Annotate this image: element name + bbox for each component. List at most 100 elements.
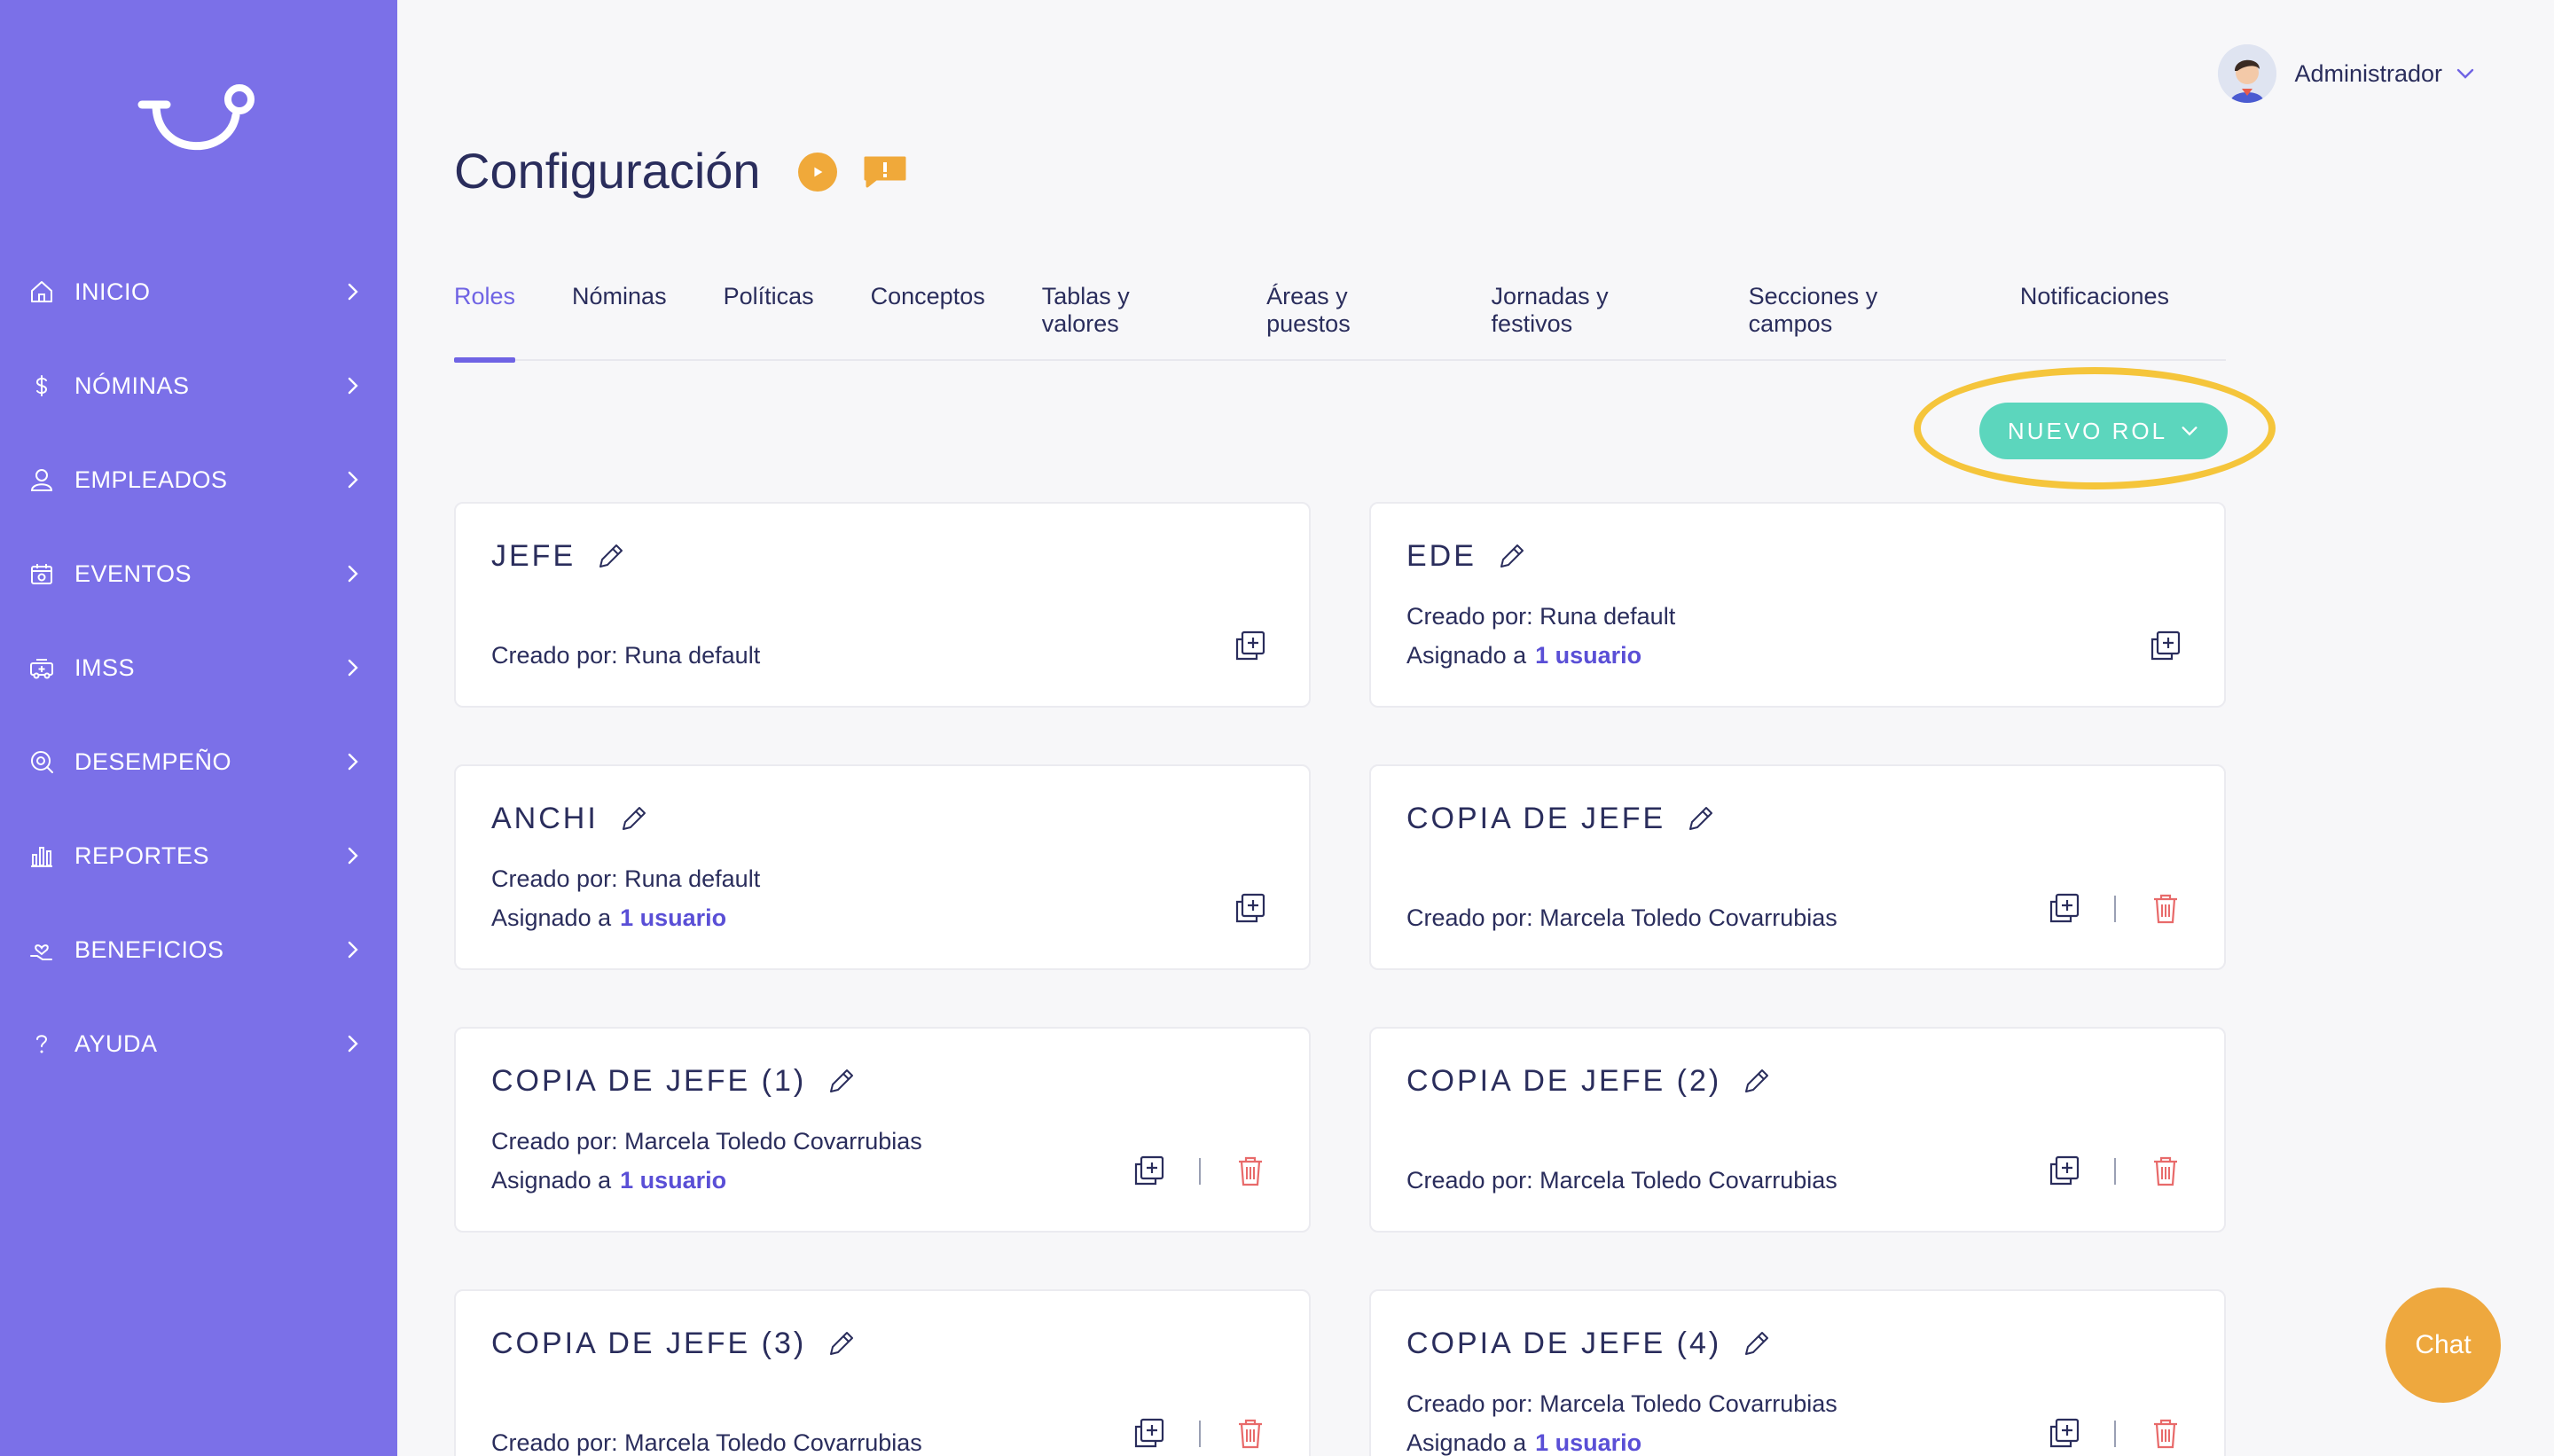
sidebar-item-home[interactable]: INICIO <box>0 245 397 339</box>
chat-button[interactable]: Chat <box>2386 1288 2501 1403</box>
divider <box>1199 1421 1201 1447</box>
role-title: JEFE <box>491 539 576 573</box>
assigned-users-link[interactable]: 1 usuario <box>620 904 726 931</box>
trash-icon[interactable] <box>1236 1417 1265 1449</box>
sidebar-item-ambulance[interactable]: IMSS <box>0 621 397 715</box>
assigned-to: Asignado a 1 usuario <box>491 1167 726 1194</box>
created-by: Creado por: Marcela Toledo Covarrubias <box>491 1429 922 1456</box>
chevron-down-icon <box>2456 68 2474 79</box>
chevron-right-icon <box>348 753 358 771</box>
trash-icon[interactable] <box>1236 1155 1265 1186</box>
tab-0[interactable]: Roles <box>454 279 516 363</box>
tab-5[interactable]: Áreas y puestos <box>1266 279 1434 361</box>
role-title-row: EDE <box>1406 539 1526 574</box>
duplicate-icon[interactable] <box>2049 892 2080 924</box>
runa-logo-icon[interactable] <box>131 78 264 167</box>
sidebar-item-label: BENEFICIOS <box>74 935 224 963</box>
divider <box>2114 1158 2116 1185</box>
pencil-icon[interactable] <box>826 1329 856 1359</box>
pencil-icon[interactable] <box>1685 804 1715 834</box>
role-title-row: COPIA DE JEFE (2) <box>1406 1064 1771 1099</box>
feedback-alert-icon[interactable] <box>862 154 908 190</box>
title-icons <box>798 153 908 192</box>
duplicate-icon[interactable] <box>1133 1155 1165 1186</box>
sidebar-item-label: REPORTES <box>74 842 210 869</box>
play-video-icon[interactable] <box>798 153 837 192</box>
tab-3[interactable]: Conceptos <box>871 279 985 361</box>
assigned-users-link[interactable]: 1 usuario <box>1535 642 1641 669</box>
trash-icon[interactable] <box>2151 892 2180 924</box>
trash-icon[interactable] <box>2151 1155 2180 1186</box>
assigned-prefix: Asignado a <box>1406 1429 1527 1456</box>
role-title: COPIA DE JEFE (3) <box>491 1327 807 1360</box>
pencil-icon[interactable] <box>826 1067 856 1097</box>
sidebar-item-label: DESEMPEÑO <box>74 748 232 775</box>
sidebar-item-question[interactable]: AYUDA <box>0 997 397 1091</box>
pencil-icon[interactable] <box>1741 1329 1771 1359</box>
config-tabs: Roles Nóminas Políticas Conceptos Tablas y v… <box>454 279 2226 363</box>
pencil-icon[interactable] <box>595 542 625 572</box>
role-card: COPIA DE JEFE (4) Creado por: Marcela Tol… <box>1369 1289 2226 1456</box>
sidebar-item-dollar[interactable]: NÓMINAS <box>0 339 397 433</box>
sidebar-item-label: INICIO <box>74 278 151 305</box>
tab-4[interactable]: Tablas y valores <box>1042 279 1210 361</box>
pencil-icon[interactable] <box>1496 542 1526 572</box>
created-by: Creado por: Runa default <box>491 865 761 892</box>
assigned-users-link[interactable]: 1 usuario <box>620 1167 726 1194</box>
role-card: COPIA DE JEFE Creado por: Marcela Toledo … <box>1369 764 2226 970</box>
dollar-icon <box>27 371 57 401</box>
trash-icon[interactable] <box>2151 1417 2180 1449</box>
chevron-right-icon <box>348 1035 358 1053</box>
tab-8[interactable]: Notificaciones <box>2020 279 2169 361</box>
user-menu[interactable]: Administrador <box>2218 44 2476 103</box>
sidebar-item-calendar[interactable]: EVENTOS <box>0 527 397 621</box>
created-by: Creado por: Runa default <box>1406 603 1676 630</box>
new-role-button[interactable]: NUEVO ROL <box>1979 403 2228 459</box>
assigned-users-link[interactable]: 1 usuario <box>1535 1429 1641 1456</box>
role-title: EDE <box>1406 539 1477 573</box>
ambulance-icon <box>27 653 57 683</box>
duplicate-icon[interactable] <box>1133 1417 1165 1449</box>
assigned-to: Asignado a 1 usuario <box>1406 1429 1641 1456</box>
chevron-down-icon <box>2182 427 2198 436</box>
tab-7[interactable]: Secciones y campos <box>1749 279 1963 361</box>
role-card: ANCHI Creado por: Runa default Asignado a 1… <box>454 764 1311 970</box>
home-icon <box>27 277 57 307</box>
chevron-right-icon <box>348 283 358 301</box>
tab-6[interactable]: Jornadas y festivos <box>1492 279 1692 361</box>
created-by: Creado por: Runa default <box>491 642 761 669</box>
sidebar-item-user[interactable]: EMPLEADOS <box>0 433 397 527</box>
sidebar-item-label: AYUDA <box>74 1029 158 1057</box>
new-role-label: NUEVO ROL <box>2007 417 2168 444</box>
duplicate-icon[interactable] <box>2049 1417 2080 1449</box>
sidebar-item-bar-chart[interactable]: REPORTES <box>0 809 397 903</box>
duplicate-icon[interactable] <box>1234 892 1266 924</box>
assigned-prefix: Asignado a <box>1406 642 1527 669</box>
pencil-icon[interactable] <box>1741 1067 1771 1097</box>
sidebar-item-hand-heart[interactable]: BENEFICIOS <box>0 903 397 997</box>
divider <box>2114 896 2116 922</box>
role-title-row: COPIA DE JEFE (3) <box>491 1327 856 1361</box>
sidebar: INICIO NÓMINAS EMPLEADOS EVENTOS IMSS DESEMPE… <box>0 0 397 1456</box>
role-card: COPIA DE JEFE (1) Creado por: Marcela Tol… <box>454 1027 1311 1233</box>
created-by: Creado por: Marcela Toledo Covarrubias <box>1406 1167 1837 1194</box>
role-title: COPIA DE JEFE <box>1406 802 1666 835</box>
role-title-row: ANCHI <box>491 802 648 836</box>
assigned-to: Asignado a 1 usuario <box>1406 642 1641 669</box>
tab-1[interactable]: Nóminas <box>572 279 667 361</box>
chevron-right-icon <box>348 377 358 395</box>
assigned-prefix: Asignado a <box>491 904 612 931</box>
role-title-row: COPIA DE JEFE (4) <box>1406 1327 1771 1361</box>
duplicate-icon[interactable] <box>2049 1155 2080 1186</box>
chevron-right-icon <box>348 471 358 489</box>
hand-heart-icon <box>27 935 57 965</box>
duplicate-icon[interactable] <box>2150 630 2182 661</box>
sidebar-item-performance[interactable]: DESEMPEÑO <box>0 715 397 809</box>
pencil-icon[interactable] <box>618 804 648 834</box>
divider <box>1199 1158 1201 1185</box>
tab-2[interactable]: Políticas <box>724 279 814 361</box>
page-title: Configuración <box>454 143 761 199</box>
duplicate-icon[interactable] <box>1234 630 1266 661</box>
role-title: ANCHI <box>491 802 599 835</box>
calendar-icon <box>27 559 57 589</box>
